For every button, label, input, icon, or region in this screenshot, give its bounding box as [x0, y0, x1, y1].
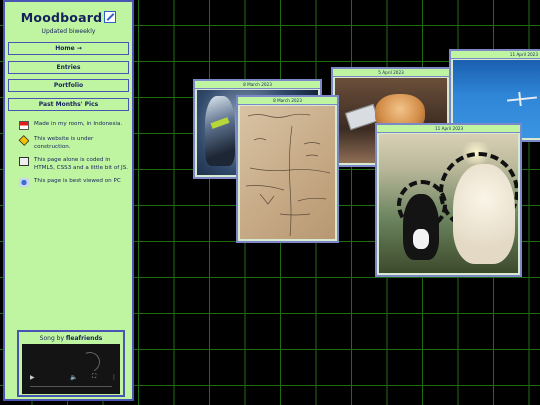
indonesia-flag-icon: [19, 121, 29, 130]
main-nav: Home → Entries Portfolio Past Months' Pi…: [8, 42, 129, 116]
loading-spinner-icon: [77, 349, 103, 375]
song-caption: Song by fleafriends: [19, 335, 123, 342]
note-text: This website is under construction.: [34, 136, 94, 150]
photo-card-paper[interactable]: 8 March 2023: [236, 95, 339, 243]
card-date: 5 April 2023: [333, 69, 449, 77]
more-options-icon[interactable]: ⋮: [111, 374, 117, 381]
black-cat: [403, 194, 439, 260]
white-cat: [453, 164, 515, 264]
pc-globe-icon: [19, 178, 29, 187]
handwriting-sketch: [245, 113, 331, 237]
pencil-icon: [104, 11, 117, 23]
site-notes: Made in my room, in Indonesia. This webs…: [18, 120, 129, 192]
nav-entries-button[interactable]: Entries: [8, 60, 129, 74]
nav-past-months-pics-button[interactable]: Past Months' Pics: [8, 97, 129, 111]
black-cat-chest: [413, 229, 429, 249]
song-caption-prefix: Song by: [39, 335, 66, 342]
card-date: 8 March 2023: [195, 81, 320, 89]
sidebar: Moodboard Updated biweekly Home → Entrie…: [3, 0, 134, 401]
laptop: [344, 103, 380, 131]
plane-body: [506, 96, 538, 102]
note-coded: This page alone is coded in HTML5, CSS3 …: [19, 156, 129, 172]
song-artist-link[interactable]: fleafriends: [66, 335, 102, 342]
site-subtitle: Updated biweekly: [41, 28, 96, 35]
note-text: Made in my room, in Indonesia.: [34, 121, 123, 127]
card-date: 11 April 2023: [377, 125, 520, 133]
note-text: This page alone is coded in HTML5, CSS3 …: [34, 157, 129, 171]
audio-player[interactable]: ▶ 🔈 ⛶ ⋮: [22, 344, 120, 394]
warning-sign-icon: [18, 135, 30, 146]
progress-track[interactable]: [30, 386, 112, 387]
fullscreen-icon[interactable]: ⛶: [92, 373, 96, 381]
volume-icon[interactable]: 🔈: [70, 374, 77, 381]
play-icon[interactable]: ▶: [30, 374, 35, 381]
site-logo[interactable]: Moodboard: [5, 10, 132, 25]
note-text: This page is best viewed on PC: [34, 178, 121, 184]
song-box: Song by fleafriends ▶ 🔈 ⛶ ⋮: [17, 330, 125, 397]
card-date: 11 April 2023: [451, 51, 540, 59]
photo-card-cats-collage[interactable]: 11 April 2023: [375, 123, 522, 277]
site-title: Moodboard: [20, 10, 103, 25]
robot-figure: [205, 96, 235, 166]
note-construction: This website is under construction.: [18, 135, 129, 151]
note-made-in: Made in my room, in Indonesia.: [19, 120, 129, 130]
code-page-icon: [19, 157, 29, 166]
nav-portfolio-button[interactable]: Portfolio: [8, 79, 129, 92]
white-and-black-cats-collage: [379, 134, 518, 273]
card-date: 8 March 2023: [238, 97, 337, 105]
nav-home-button[interactable]: Home →: [8, 42, 129, 55]
note-best-viewed: This page is best viewed on PC: [19, 177, 129, 187]
handwritten-map-paper: [240, 106, 335, 239]
